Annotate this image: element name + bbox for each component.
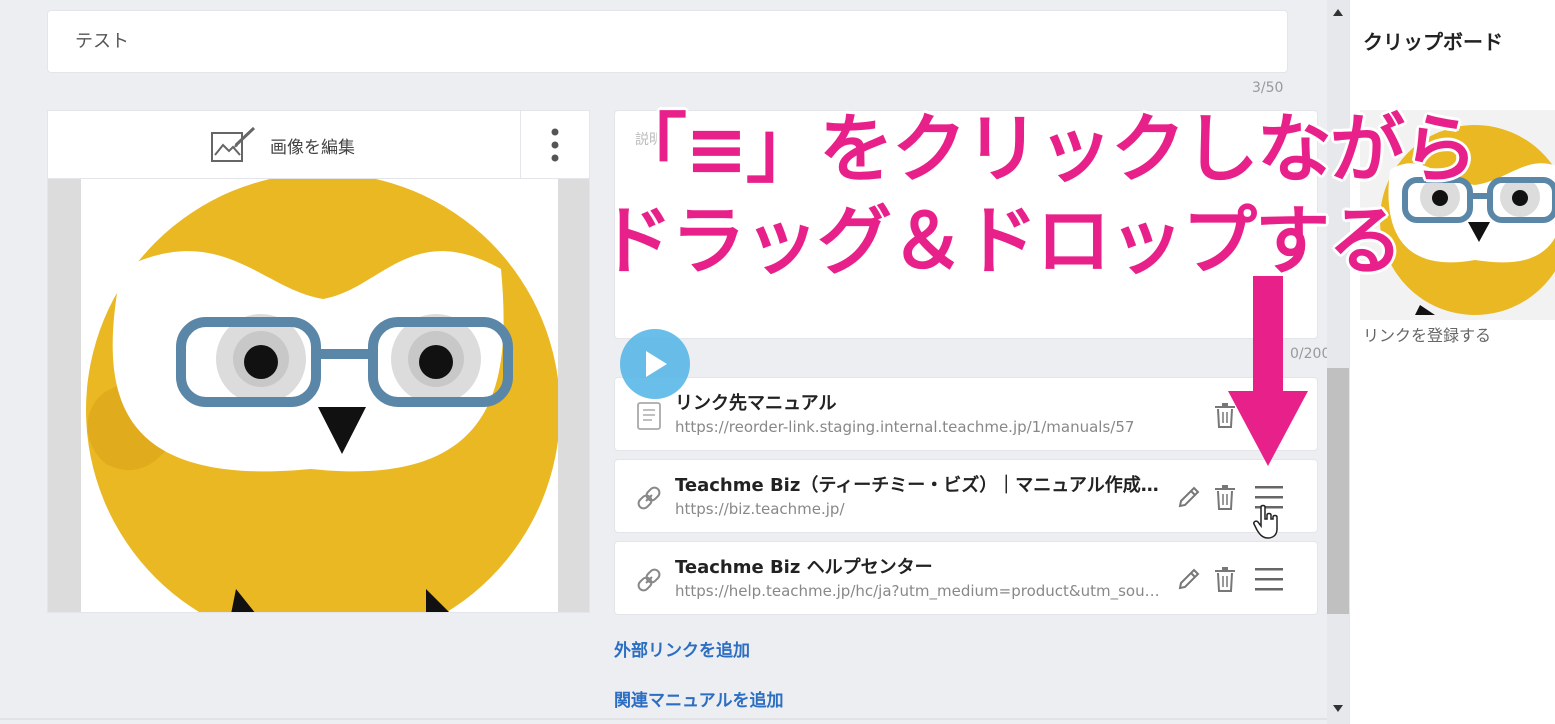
pencil-icon	[1178, 486, 1200, 508]
scroll-down-button[interactable]	[1327, 698, 1349, 718]
divider	[0, 718, 1327, 720]
link-url: https://biz.teachme.jp/	[675, 500, 845, 518]
more-vertical-icon	[551, 128, 559, 161]
title-input[interactable]: テスト	[47, 10, 1288, 73]
link-title: Teachme Biz ヘルプセンター	[675, 557, 933, 578]
trash-icon	[1215, 567, 1235, 592]
link-title: リンク先マニュアル	[675, 393, 837, 414]
link-row[interactable]: Teachme Biz ヘルプセンター https://help.teachme…	[614, 541, 1318, 615]
edit-link-button[interactable]	[1175, 564, 1203, 594]
link-row[interactable]: リンク先マニュアル https://reorder-link.staging.i…	[614, 377, 1318, 451]
manual-document-icon	[637, 402, 661, 430]
drag-handle[interactable]	[1253, 564, 1285, 594]
image-frame	[48, 179, 589, 612]
edit-link-button[interactable]	[1175, 482, 1203, 512]
add-external-link-button[interactable]: 外部リンクを追加	[614, 636, 750, 661]
caret-down-icon	[1333, 704, 1343, 712]
edit-image-button[interactable]: 画像を編集	[210, 123, 355, 167]
image-card: 画像を編集	[47, 110, 590, 613]
link-chain-icon	[637, 486, 661, 510]
delete-link-button[interactable]	[1211, 482, 1239, 512]
caret-up-icon	[1333, 8, 1343, 16]
clipboard-title: クリップボード	[1363, 30, 1503, 54]
image-more-menu-button[interactable]	[520, 111, 589, 178]
hand-cursor-icon	[1253, 504, 1278, 539]
register-link-button[interactable]: リンクを登録する	[1363, 322, 1491, 346]
hamburger-drag-icon	[1255, 568, 1283, 591]
add-related-manual-button[interactable]: 関連マニュアルを追加	[614, 686, 784, 711]
edit-image-label: 画像を編集	[270, 137, 355, 158]
scrollbar-thumb[interactable]	[1327, 368, 1349, 614]
tutorial-overlay-line2: ドラッグ＆ドロップする	[598, 197, 1403, 285]
trash-icon	[1215, 485, 1235, 510]
link-title: Teachme Biz（ティーチミー・ビズ）｜マニュアル作成・共有システム	[675, 475, 1165, 496]
image-toolbar: 画像を編集	[48, 111, 589, 179]
scroll-up-button[interactable]	[1327, 2, 1349, 22]
link-row[interactable]: Teachme Biz（ティーチミー・ビズ）｜マニュアル作成・共有システム ht…	[614, 459, 1318, 533]
owl-image[interactable]	[81, 179, 558, 612]
image-edit-icon	[211, 126, 256, 162]
down-arrow-icon	[1228, 276, 1308, 466]
link-url: https://help.teachme.jp/hc/ja?utm_medium…	[675, 582, 1165, 600]
pencil-icon	[1178, 568, 1200, 590]
delete-link-button[interactable]	[1211, 564, 1239, 594]
video-play-button[interactable]	[620, 329, 690, 399]
link-chain-icon	[637, 568, 661, 592]
owl-mascot-illustration	[86, 179, 558, 612]
link-url: https://reorder-link.staging.internal.te…	[675, 418, 1135, 436]
play-icon	[646, 351, 667, 377]
